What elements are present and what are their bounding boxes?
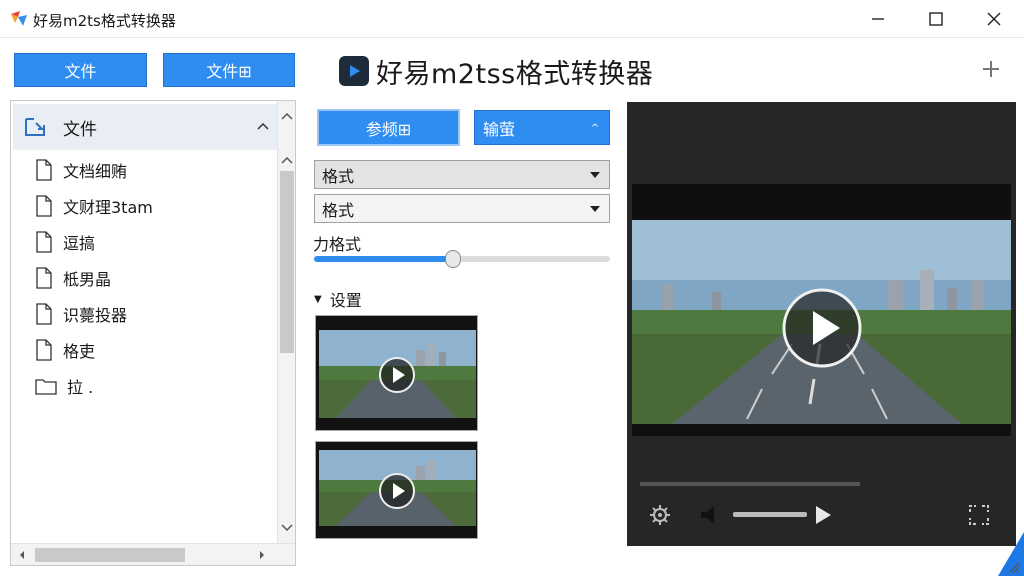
tree-item-label: 文档细贿 (63, 162, 128, 181)
maximize-icon (929, 12, 943, 26)
format-select[interactable]: 格式 (314, 194, 610, 223)
title-bar: 好易m2ts格式转换器 (0, 0, 1024, 38)
scroll-down-icon[interactable] (279, 521, 295, 535)
settings-section-toggle[interactable]: ▼ 设置 (314, 287, 362, 311)
resize-grip-icon[interactable] (1006, 560, 1020, 574)
play-icon[interactable] (813, 504, 833, 526)
play-icon[interactable] (378, 356, 416, 394)
volume-slider[interactable] (733, 512, 807, 517)
play-icon[interactable] (378, 472, 416, 510)
chevron-up-icon[interactable] (255, 118, 271, 134)
volume-icon[interactable] (699, 504, 723, 526)
video-thumbnail[interactable] (315, 441, 478, 539)
file-icon (36, 231, 52, 253)
app-icon (11, 11, 27, 26)
file-icon (36, 303, 52, 325)
maximize-button[interactable] (910, 0, 962, 38)
dropdown-arrow-icon (590, 206, 600, 212)
app-logo (339, 56, 369, 86)
scroll-thumb[interactable] (35, 548, 185, 562)
slider-knob[interactable] (445, 250, 462, 268)
params-button[interactable]: 参频⊞ (317, 109, 460, 146)
tree-item[interactable]: 文档细贿 (35, 155, 127, 185)
file-icon (36, 339, 52, 361)
playback-progress-bar[interactable] (640, 482, 860, 486)
file-tree-panel: 文件 文档细贿 文财理3tam 逗搞 柢男晶 识薨投器 格吏 拉 . (10, 100, 296, 566)
settings-label: 设置 (329, 291, 362, 310)
tree-item[interactable]: 文财理3tam (35, 191, 153, 221)
vertical-scrollbar[interactable] (277, 101, 295, 543)
collapse-triangle-icon: ▼ (314, 293, 322, 305)
chevron-up-icon: ^ (590, 123, 599, 134)
scroll-up-icon[interactable] (279, 109, 295, 123)
app-heading: 好易m2tss格式转换器 (376, 59, 654, 90)
tree-header[interactable]: 文件 (13, 104, 277, 150)
close-button[interactable] (968, 0, 1020, 38)
slider-label: 力格式 (313, 235, 362, 254)
tree-item-label: 拉 . (67, 378, 94, 397)
scroll-thumb[interactable] (280, 171, 294, 353)
strength-slider[interactable] (314, 250, 610, 268)
video-thumbnail[interactable] (315, 315, 478, 431)
scroll-up-icon[interactable] (279, 153, 295, 167)
format-select-value: 格式 (322, 166, 355, 186)
pin-icon[interactable] (980, 58, 1002, 80)
minimize-icon (872, 18, 884, 20)
tree-item[interactable]: 格吏 (35, 335, 95, 365)
tree-item-label: 文财理3tam (63, 198, 153, 217)
close-icon (987, 12, 1001, 26)
play-logo-icon (350, 65, 360, 77)
scroll-right-icon[interactable] (255, 548, 269, 562)
video-player (627, 102, 1016, 546)
file-icon (36, 195, 52, 217)
dropdown-arrow-icon (590, 172, 600, 178)
play-icon[interactable] (780, 286, 864, 370)
codec-label: 输萤 (483, 119, 516, 139)
file-grid-button[interactable]: 文件⊞ (163, 53, 295, 87)
tree-item[interactable]: 柢男晶 (35, 263, 111, 293)
fullscreen-icon[interactable] (968, 504, 990, 526)
tree-item[interactable]: 识薨投器 (35, 299, 127, 329)
tree-item-label: 逗搞 (63, 234, 96, 253)
scroll-left-icon[interactable] (15, 548, 29, 562)
settings-gear-icon[interactable] (649, 504, 671, 526)
slider-fill (314, 256, 454, 262)
tree-item-label: 格吏 (63, 342, 96, 361)
tree-item-label: 柢男晶 (63, 270, 112, 289)
video-display[interactable] (632, 184, 1011, 436)
format-select-value: 格式 (322, 200, 355, 220)
file-button[interactable]: 文件 (14, 53, 147, 87)
tree-item-label: 识薨投器 (63, 306, 128, 325)
folder-icon (35, 379, 57, 395)
tree-item[interactable]: 逗搞 (35, 227, 95, 257)
folder-sync-icon (25, 118, 45, 136)
file-icon (36, 159, 52, 181)
horizontal-scrollbar[interactable] (11, 543, 295, 565)
format-select[interactable]: 格式 (314, 160, 610, 189)
codec-dropdown-button[interactable]: 输萤 ^ (474, 110, 610, 145)
tree-item-folder[interactable]: 拉 . (35, 371, 93, 401)
file-icon (36, 267, 52, 289)
minimize-button[interactable] (852, 0, 904, 38)
window-title: 好易m2ts格式转换器 (33, 12, 176, 30)
tree-header-label: 文件 (63, 119, 97, 140)
